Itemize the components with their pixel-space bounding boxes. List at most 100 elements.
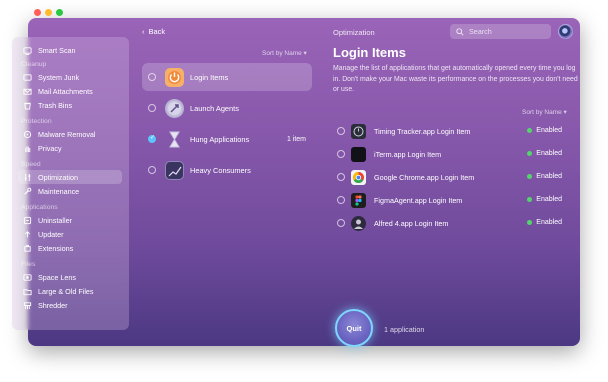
back-label: Back	[148, 27, 166, 36]
sliders-icon	[24, 173, 31, 181]
trash-icon	[24, 102, 31, 110]
category-radio[interactable]	[148, 166, 156, 174]
sidebar-item-malware-removal[interactable]: Malware Removal	[18, 127, 122, 141]
sidebar-section-protection: Protection	[21, 118, 52, 125]
category-radio[interactable]	[148, 73, 156, 81]
uninstaller-icon	[23, 216, 32, 224]
close-window-button[interactable]	[34, 9, 41, 16]
sidebar-item-label: Updater	[38, 229, 64, 239]
sidebar-item-maintenance[interactable]: Maintenance	[18, 184, 122, 198]
sidebar-item-label: Maintenance	[38, 186, 80, 196]
category-radio[interactable]	[148, 104, 156, 112]
app-radio[interactable]	[337, 150, 345, 158]
mail-icon	[23, 88, 32, 95]
category-launch-agents[interactable]: Launch Agents	[142, 94, 312, 122]
sidebar-item-space-lens[interactable]: Space Lens	[18, 270, 122, 284]
category-label: Heavy Consumers	[190, 165, 251, 175]
search-input[interactable]: Search	[450, 24, 551, 39]
chevron-left-icon: ‹	[142, 27, 145, 36]
sidebar-item-updater[interactable]: Updater	[18, 227, 122, 241]
detail-sort-dropdown[interactable]: Sort by Name ▾	[522, 108, 567, 116]
updater-icon	[24, 230, 31, 237]
biohazard-icon	[23, 130, 32, 138]
sidebar-item-optimization[interactable]: Optimization	[18, 170, 122, 184]
sidebar-item-label: Mail Attachments	[38, 86, 93, 96]
category-label: Login Items	[190, 72, 229, 82]
search-icon	[456, 27, 464, 36]
selection-count: 1 application	[384, 325, 425, 334]
smart-scan-icon	[23, 46, 32, 55]
app-row[interactable]: Google Chrome.app Login Item Enabled	[333, 169, 565, 186]
sidebar-item-uninstaller[interactable]: Uninstaller	[18, 213, 122, 227]
category-hung-applications[interactable]: Hung Applications 1 item	[142, 125, 312, 153]
hand-icon	[25, 145, 31, 152]
app-row[interactable]: Alfred 4.app Login Item Enabled	[333, 215, 565, 232]
rocket-icon	[165, 98, 184, 118]
sidebar-item-label: Shredder	[38, 300, 68, 310]
space-lens-icon	[23, 273, 32, 281]
shredder-icon	[23, 301, 32, 309]
app-radio[interactable]	[337, 127, 345, 135]
category-login-items[interactable]: Login Items	[142, 63, 312, 91]
app-row[interactable]: Timing Tracker.app Login Item Enabled	[333, 123, 565, 140]
zoom-window-button[interactable]	[56, 9, 63, 16]
minimize-window-button[interactable]	[45, 9, 52, 16]
sidebar-item-extensions[interactable]: Extensions	[18, 241, 122, 255]
activity-graph-icon	[165, 160, 184, 180]
app-status: Enabled	[527, 150, 562, 157]
sidebar-item-label: System Junk	[38, 72, 80, 82]
category-radio-checked[interactable]	[148, 134, 156, 143]
app-status: Enabled	[527, 219, 562, 226]
app-name: Timing Tracker.app Login Item	[374, 127, 471, 136]
chrome-icon	[351, 170, 366, 185]
page-title: Optimization	[333, 28, 375, 37]
app-row[interactable]: iTerm.app Login Item Enabled	[333, 146, 565, 163]
quit-button[interactable]: Quit	[335, 309, 373, 347]
sidebar-item-mail-attachments[interactable]: Mail Attachments	[18, 84, 122, 98]
search-placeholder: Search	[469, 27, 492, 36]
timing-tracker-icon	[351, 124, 366, 139]
wrench-icon	[24, 187, 32, 195]
system-junk-icon	[23, 73, 32, 81]
sidebar-item-shredder[interactable]: Shredder	[18, 298, 122, 312]
status-label: Enabled	[536, 127, 562, 134]
sidebar-section-cleanup: Cleanup	[21, 61, 47, 68]
folder-icon	[23, 288, 32, 295]
middle-sort-dropdown[interactable]: Sort by Name ▾	[262, 49, 307, 57]
status-dot-icon	[527, 197, 533, 202]
category-heavy-consumers[interactable]: Heavy Consumers	[142, 156, 312, 184]
status-dot-icon	[527, 128, 533, 133]
power-icon	[165, 67, 184, 87]
app-radio[interactable]	[337, 196, 345, 204]
app-row[interactable]: FigmaAgent.app Login Item Enabled	[333, 192, 565, 209]
sidebar-item-label: Trash Bins	[38, 100, 73, 110]
status-dot-icon	[527, 220, 533, 225]
sidebar-item-label: Uninstaller	[38, 215, 72, 225]
sidebar-item-large-old-files[interactable]: Large & Old Files	[18, 284, 122, 298]
sidebar-item-privacy[interactable]: Privacy	[18, 141, 122, 155]
sidebar-item-smart-scan[interactable]: Smart Scan	[18, 43, 122, 57]
category-label: Launch Agents	[190, 103, 239, 113]
app-radio[interactable]	[337, 173, 345, 181]
sidebar-item-system-junk[interactable]: System Junk	[18, 70, 122, 84]
iterm-icon	[351, 147, 366, 162]
sidebar-item-label: Optimization	[38, 172, 78, 182]
back-button[interactable]: ‹ Back	[142, 27, 165, 36]
assistant-avatar-button[interactable]	[558, 24, 573, 39]
status-label: Enabled	[536, 150, 562, 157]
category-label: Hung Applications	[190, 134, 250, 144]
category-count: 1 item	[286, 135, 306, 143]
app-radio[interactable]	[337, 219, 345, 227]
sidebar-item-label: Space Lens	[38, 272, 76, 282]
detail-title: Login Items	[333, 45, 406, 60]
sidebar-item-label: Malware Removal	[38, 129, 96, 139]
app-name: FigmaAgent.app Login Item	[374, 196, 463, 205]
hourglass-icon	[165, 130, 184, 149]
status-label: Enabled	[536, 219, 562, 226]
sidebar-item-trash-bins[interactable]: Trash Bins	[18, 98, 122, 112]
sidebar-section-applications: Applications	[21, 204, 58, 211]
sidebar-item-label: Privacy	[38, 143, 62, 153]
sidebar-section-files: Files	[21, 261, 36, 268]
status-dot-icon	[527, 151, 533, 156]
status-label: Enabled	[536, 196, 562, 203]
